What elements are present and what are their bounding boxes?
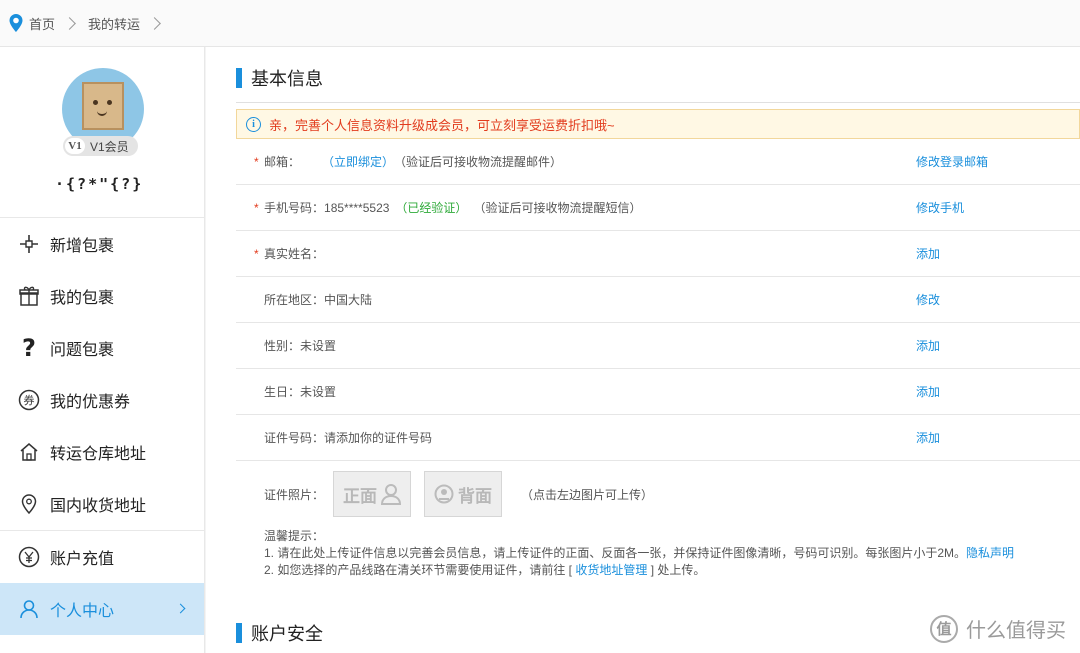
info-row-real-name: * 真实姓名： 添加 (236, 231, 1080, 277)
chevron-right-icon (148, 16, 161, 30)
field-value: 中国大陆 (324, 293, 373, 307)
add-birthday-link[interactable]: 添加 (916, 383, 940, 400)
id-back-upload[interactable]: 背面 (424, 471, 503, 517)
user-profile: V1 V1会员 ·{?*"{?} (0, 47, 204, 218)
field-label: 证件照片： (264, 487, 325, 502)
username: ·{?*"{?} (55, 175, 144, 193)
sidebar-item-label: 国内收货地址 (50, 498, 147, 515)
sidebar-item-label: 个人中心 (50, 603, 115, 620)
tips-line-2: 2. 如您选择的产品线路在清关环节需要使用证件，请前往 [ (264, 563, 573, 577)
sidebar-item-my-packages[interactable]: 我的包裹 (0, 270, 204, 322)
vip-level-icon: V1 (65, 138, 85, 154)
yen-icon (17, 545, 41, 569)
field-hint: （验证后可接收物流提醒邮件） (394, 155, 563, 169)
sidebar-item-domestic-address[interactable]: 国内收货地址 (0, 478, 204, 530)
tips-line-1: 1. 请在此处上传证件信息以完善会员信息，请上传证件的正面、反面各一张，并保持证… (264, 546, 967, 560)
field-label: 性别： (264, 339, 301, 353)
sidebar-item-problem-packages[interactable]: ? 问题包裹 (0, 322, 204, 374)
sidebar: V1 V1会员 ·{?*"{?} 新增包裹 我的包裹 ? 问题包裹 券 我的优惠… (0, 47, 205, 653)
watermark: 值 什么值得买 (930, 614, 1066, 643)
user-silhouette-icon (381, 484, 402, 505)
add-real-name-link[interactable]: 添加 (916, 245, 940, 262)
plus-icon (17, 232, 41, 256)
field-label: 生日： (264, 385, 301, 399)
add-id-number-link[interactable]: 添加 (916, 429, 940, 446)
location-pin-icon (17, 492, 41, 516)
location-pin-icon (8, 13, 24, 33)
notice-text: 亲，完善个人信息资料升级成会员，可立刻享受运费折扣哦~ (269, 117, 615, 133)
id-photo-upload: 证件照片： 正面 背面 （点击左边图片可上传） (264, 471, 653, 517)
sidebar-item-label: 问题包裹 (50, 342, 115, 359)
info-row-id-number: 证件号码： 请添加你的证件号码 添加 (236, 415, 1080, 461)
section-title-text: 基本信息 (251, 69, 323, 89)
watermark-text: 什么值得买 (966, 620, 1066, 642)
section-title-basic-info: 基本信息 (236, 65, 323, 91)
sidebar-item-new-package[interactable]: 新增包裹 (0, 218, 204, 270)
member-level-label: V1会员 (90, 139, 129, 154)
field-label: 手机号码： (264, 201, 325, 215)
field-label: 所在地区： (264, 293, 325, 307)
main-content: 基本信息 i 亲，完善个人信息资料升级成会员，可立刻享受运费折扣哦~ * 邮箱：… (206, 47, 1080, 653)
breadcrumb-home[interactable]: 首页 (29, 14, 55, 33)
info-row-gender: 性别： 未设置 添加 (236, 323, 1080, 369)
field-value: 请添加你的证件号码 (324, 431, 433, 445)
sidebar-item-label: 我的包裹 (50, 290, 115, 307)
sidebar-item-label: 我的优惠券 (50, 394, 131, 411)
upload-label: 正面 (343, 486, 378, 506)
info-icon: i (246, 116, 261, 132)
house-icon (17, 440, 41, 464)
upload-hint: （点击左边图片可上传） (521, 487, 654, 502)
svg-text:券: 券 (24, 393, 35, 407)
upgrade-notice: i 亲，完善个人信息资料升级成会员，可立刻享受运费折扣哦~ (236, 109, 1080, 139)
member-level-badge: V1 V1会员 (63, 136, 138, 156)
sidebar-item-recharge[interactable]: 账户充值 (0, 531, 204, 583)
sidebar-item-label: 新增包裹 (50, 238, 115, 255)
privacy-statement-link[interactable]: 隐私声明 (966, 546, 1014, 560)
breadcrumb: 首页 我的转运 (0, 0, 1080, 47)
sidebar-item-label: 转运仓库地址 (50, 446, 147, 463)
tips-title: 温馨提示： (264, 529, 325, 543)
required-marker: * (254, 154, 259, 169)
chevron-right-icon (63, 16, 76, 30)
sidebar-item-warehouse-address[interactable]: 转运仓库地址 (0, 426, 204, 478)
section-title-account-security: 账户安全 (236, 620, 323, 646)
question-icon: ? (22, 334, 36, 362)
upload-label: 背面 (458, 486, 493, 506)
id-front-upload[interactable]: 正面 (333, 471, 412, 517)
field-label: 证件号码： (264, 431, 325, 445)
required-marker: * (254, 246, 259, 261)
field-value: 未设置 (300, 339, 337, 353)
info-row-email: * 邮箱： （立即绑定） （验证后可接收物流提醒邮件） 修改登录邮箱 (236, 139, 1080, 185)
breadcrumb-current[interactable]: 我的转运 (88, 14, 140, 33)
info-row-birthday: 生日： 未设置 添加 (236, 369, 1080, 415)
sidebar-item-personal-center[interactable]: 个人中心 (0, 583, 204, 635)
verified-status: （已经验证） (395, 201, 468, 215)
add-gender-link[interactable]: 添加 (916, 337, 940, 354)
field-label: 邮箱： (264, 155, 301, 169)
sidebar-item-label: 账户充值 (50, 551, 115, 568)
section-title-text: 账户安全 (251, 624, 323, 644)
bind-email-link[interactable]: （立即绑定） (322, 153, 394, 170)
info-row-phone: * 手机号码： 185****5523 （已经验证） （验证后可接收物流提醒短信… (236, 185, 1080, 231)
gift-box-icon (17, 284, 41, 308)
change-phone-link[interactable]: 修改手机 (916, 199, 964, 216)
tips-block: 温馨提示： 1. 请在此处上传证件信息以完善会员信息，请上传证件的正面、反面各一… (264, 528, 1014, 579)
field-value: 未设置 (300, 385, 337, 399)
edit-region-link[interactable]: 修改 (916, 291, 940, 308)
watermark-logo-icon: 值 (930, 614, 958, 643)
info-row-region: 所在地区： 中国大陆 修改 (236, 277, 1080, 323)
user-icon (17, 597, 41, 621)
required-marker: * (254, 200, 259, 215)
sidebar-item-coupons[interactable]: 券 我的优惠券 (0, 374, 204, 426)
address-management-link[interactable]: 收货地址管理 (575, 563, 647, 577)
coupon-icon: 券 (17, 388, 41, 412)
emblem-icon (434, 484, 454, 504)
field-value: 185****5523 (324, 200, 390, 215)
field-label: 真实姓名： (264, 247, 325, 261)
tips-line-2-end: ] 处上传。 (650, 563, 706, 577)
field-hint: （验证后可接收物流提醒短信） (473, 201, 642, 215)
change-email-link[interactable]: 修改登录邮箱 (916, 153, 988, 170)
